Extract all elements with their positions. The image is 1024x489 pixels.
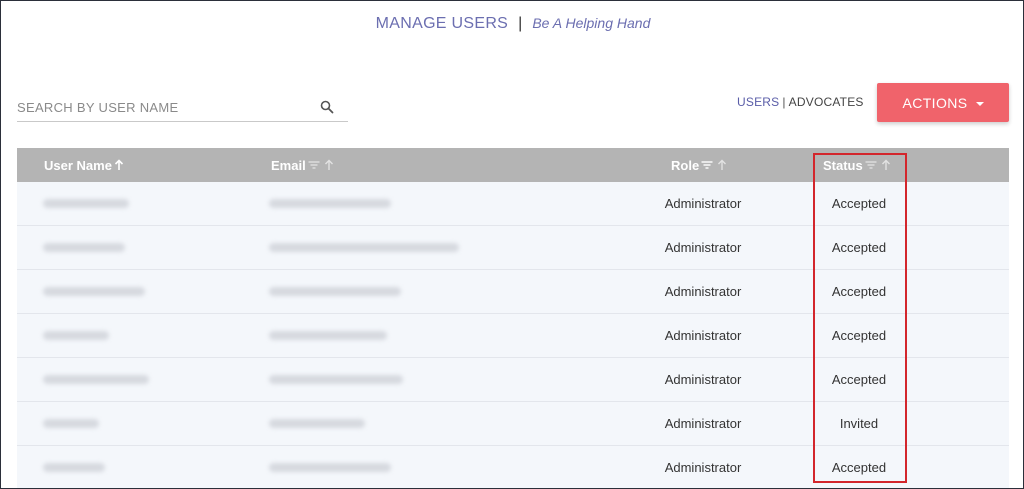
column-label: Status	[823, 157, 863, 173]
filter-icon[interactable]	[865, 160, 877, 170]
table-row[interactable]: Administrator Accepted	[17, 446, 1009, 488]
role-cell: Administrator	[664, 372, 742, 387]
redacted-email	[269, 243, 459, 252]
sort-arrow-up-icon[interactable]	[716, 159, 728, 171]
user-name-cell	[43, 182, 129, 225]
redacted-email	[269, 463, 391, 472]
table-row[interactable]: Administrator Invited	[17, 402, 1009, 446]
table-row[interactable]: Administrator Accepted	[17, 182, 1009, 226]
redacted-email	[269, 375, 403, 384]
user-name-cell	[43, 270, 145, 313]
actions-button[interactable]: ACTIONS	[877, 83, 1009, 122]
table-body: Administrator Accepted Administrator Acc…	[17, 182, 1009, 488]
page-tagline: Be A Helping Hand	[532, 15, 651, 31]
email-cell	[269, 182, 391, 225]
column-header-email[interactable]: Email	[271, 148, 335, 182]
app-frame: MANAGE USERS|Be A Helping Hand USERS|ADV…	[0, 0, 1024, 489]
caret-down-icon	[975, 101, 984, 106]
email-cell	[269, 358, 403, 401]
table-row[interactable]: Administrator Accepted	[17, 314, 1009, 358]
status-cell: Invited	[839, 416, 879, 431]
sort-controls	[114, 159, 124, 171]
role-cell: Administrator	[664, 328, 742, 343]
status-cell: Accepted	[831, 460, 887, 475]
sort-arrow-up-icon[interactable]	[114, 159, 124, 171]
role-cell: Administrator	[664, 240, 742, 255]
sort-controls	[701, 159, 728, 171]
email-cell	[269, 402, 365, 445]
title-separator: |	[518, 15, 523, 32]
search-input[interactable]	[17, 95, 317, 119]
sort-arrow-up-icon[interactable]	[323, 159, 335, 171]
redacted-email	[269, 331, 387, 340]
page-header: MANAGE USERS | Be A Helping Hand	[1, 13, 1023, 34]
column-label: Email	[271, 157, 306, 173]
user-name-cell	[43, 226, 125, 269]
redacted-user-name	[43, 199, 129, 208]
switch-advocates-link[interactable]: ADVOCATES	[789, 95, 864, 109]
user-name-cell	[43, 314, 109, 357]
view-switch: USERS | ADVOCATES	[737, 95, 864, 109]
switch-users-link[interactable]: USERS	[737, 95, 779, 109]
role-cell: Administrator	[664, 416, 742, 431]
email-cell	[269, 314, 387, 357]
table-row[interactable]: Administrator Accepted	[17, 358, 1009, 402]
user-name-cell	[43, 402, 99, 445]
user-name-cell	[43, 358, 149, 401]
redacted-user-name	[43, 243, 125, 252]
email-cell	[269, 446, 391, 488]
users-table: User Name Email Role Status Administrato…	[17, 148, 1009, 488]
redacted-email	[269, 419, 365, 428]
role-cell: Administrator	[664, 460, 742, 475]
redacted-email	[269, 287, 401, 296]
status-cell: Accepted	[831, 240, 887, 255]
sort-arrow-up-icon[interactable]	[880, 159, 892, 171]
search-icon[interactable]	[320, 100, 334, 114]
status-cell: Accepted	[831, 196, 887, 211]
redacted-user-name	[43, 287, 145, 296]
role-cell: Administrator	[664, 196, 742, 211]
sort-controls	[308, 159, 335, 171]
redacted-user-name	[43, 463, 105, 472]
status-cell: Accepted	[831, 372, 887, 387]
user-name-cell	[43, 446, 105, 488]
column-label: Role	[671, 157, 700, 173]
search-bar	[17, 95, 348, 122]
redacted-user-name	[43, 419, 99, 428]
column-header-role[interactable]: Role	[671, 148, 728, 182]
page-title: MANAGE USERS	[375, 15, 509, 32]
filter-icon[interactable]	[701, 160, 713, 170]
switch-separator: |	[782, 95, 786, 109]
status-cell: Accepted	[831, 284, 887, 299]
column-header-status[interactable]: Status	[823, 148, 892, 182]
email-cell	[269, 226, 459, 269]
column-label: User Name	[44, 157, 112, 173]
actions-button-label: ACTIONS	[902, 94, 968, 111]
sort-controls	[865, 159, 892, 171]
redacted-email	[269, 199, 391, 208]
email-cell	[269, 270, 401, 313]
table-row[interactable]: Administrator Accepted	[17, 226, 1009, 270]
filter-icon[interactable]	[308, 160, 320, 170]
redacted-user-name	[43, 375, 149, 384]
table-row[interactable]: Administrator Accepted	[17, 270, 1009, 314]
redacted-user-name	[43, 331, 109, 340]
role-cell: Administrator	[664, 284, 742, 299]
table-header: User Name Email Role Status	[17, 148, 1009, 182]
status-cell: Accepted	[831, 328, 887, 343]
column-header-user-name[interactable]: User Name	[44, 148, 124, 182]
